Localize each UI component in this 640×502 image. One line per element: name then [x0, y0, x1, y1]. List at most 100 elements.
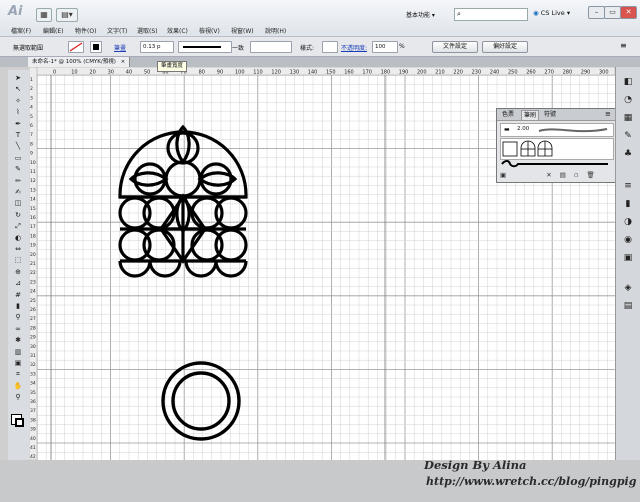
fill-swatch[interactable]: [68, 41, 84, 53]
remove-stroke-icon[interactable]: ✕: [546, 171, 551, 179]
warp-tool-icon[interactable]: ◐: [11, 234, 25, 243]
control-menu-icon[interactable]: ≡: [620, 41, 627, 50]
zoom-tool-icon[interactable]: ⚲: [11, 393, 25, 402]
brush-libraries-icon[interactable]: ▣: [500, 171, 506, 179]
line-tool-icon[interactable]: ╲: [11, 142, 25, 151]
menu-help[interactable]: 說明(H): [265, 26, 286, 35]
opacity-field[interactable]: 100: [372, 41, 398, 53]
menu-window[interactable]: 視窗(W): [231, 26, 254, 35]
eyedropper-tool-icon[interactable]: ⚲: [11, 313, 25, 322]
ruler-tick-label: 39: [30, 427, 36, 433]
symbols-icon[interactable]: ♣: [622, 149, 634, 159]
search-input[interactable]: ⌕: [454, 8, 528, 21]
selection-tool-icon[interactable]: ➤: [11, 74, 25, 83]
brush-size-value: 2.00: [517, 126, 530, 132]
document-tab[interactable]: 未命名-1* @ 100% (CMYK/預視) ×: [28, 57, 131, 67]
ruler-tick-label: 0: [53, 70, 56, 76]
type-tool-icon[interactable]: T: [11, 131, 25, 140]
menu-type[interactable]: 文字(T): [107, 26, 127, 35]
artboards-icon[interactable]: ▤: [622, 301, 634, 311]
workspace-switcher[interactable]: 基本功能 ▾: [406, 10, 452, 20]
scale-tool-icon[interactable]: ⤢: [11, 222, 25, 231]
brush-definition[interactable]: [250, 41, 292, 53]
width-tool-icon[interactable]: ⇔: [11, 245, 25, 254]
style-swatch[interactable]: [322, 41, 338, 53]
mesh-tool-icon[interactable]: #: [11, 291, 25, 300]
preferences-button[interactable]: 偏好設定: [482, 41, 528, 53]
pencil-tool-icon[interactable]: ✏: [11, 177, 25, 186]
ruler-tick-label: 16: [30, 215, 36, 221]
opacity-label[interactable]: 不透明度:: [341, 43, 367, 52]
rectangle-tool-icon[interactable]: ▭: [11, 154, 25, 163]
graphic-styles-icon[interactable]: ▣: [622, 253, 634, 263]
artboard-tool-icon[interactable]: ▣: [11, 359, 25, 368]
paintbrush-tool-icon[interactable]: ✎: [11, 165, 25, 174]
variable-width-profile[interactable]: [178, 41, 232, 53]
new-brush-icon[interactable]: ▫: [574, 171, 578, 179]
appearance-icon[interactable]: ◉: [622, 235, 634, 245]
document-tab-title: 未命名-1* @ 100% (CMYK/預視): [32, 59, 116, 65]
stroke-swatch[interactable]: [90, 41, 102, 53]
ruler-tick-label: 18: [30, 233, 36, 239]
panel-menu-icon[interactable]: ≡: [605, 110, 611, 118]
tab-swatches[interactable]: 色票: [500, 110, 516, 119]
delete-brush-icon[interactable]: 🗑: [586, 171, 594, 179]
perspective-tool-icon[interactable]: ⊿: [11, 279, 25, 288]
symbol-sprayer-tool-icon[interactable]: ✱: [11, 336, 25, 345]
color-icon[interactable]: ◧: [622, 77, 634, 87]
menu-object[interactable]: 物件(O): [75, 26, 96, 35]
menu-file[interactable]: 檔案(F): [11, 26, 31, 35]
swatches-icon[interactable]: ▦: [622, 113, 634, 123]
fill-stroke-chips[interactable]: [11, 414, 25, 428]
transparency-icon[interactable]: ◑: [622, 217, 634, 227]
window-artwork[interactable]: [118, 124, 248, 278]
gradient-icon[interactable]: ▮: [622, 199, 634, 209]
brushes-icon[interactable]: ✎: [622, 131, 634, 141]
document-setup-button[interactable]: 文件設定: [432, 41, 478, 53]
stroke-weight-field[interactable]: 0.13 p: [140, 41, 174, 53]
brush-row-art[interactable]: [500, 160, 612, 168]
options-icon[interactable]: ▤: [560, 171, 566, 179]
ruler-tick-label: 8: [30, 141, 33, 147]
bridge-button[interactable]: ▦: [36, 8, 52, 22]
blend-tool-icon[interactable]: ∞: [11, 325, 25, 334]
minimize-button[interactable]: –: [588, 6, 605, 19]
eraser-tool-icon[interactable]: ◫: [11, 199, 25, 208]
slice-tool-icon[interactable]: ⌗: [11, 370, 25, 379]
stroke-icon[interactable]: ≡: [622, 181, 634, 191]
magic-wand-tool-icon[interactable]: ✧: [11, 97, 25, 106]
gradient-tool-icon[interactable]: ▮: [11, 302, 25, 311]
blob-brush-tool-icon[interactable]: ✍: [11, 188, 25, 197]
ruler-tick-label: 31: [30, 353, 36, 359]
free-transform-tool-icon[interactable]: ⬚: [11, 256, 25, 265]
ruler-tick-label: 30: [108, 70, 114, 76]
ring-artwork[interactable]: [161, 361, 241, 441]
menu-select[interactable]: 選取(S): [137, 26, 158, 35]
column-graph-tool-icon[interactable]: ▥: [11, 348, 25, 357]
arrange-documents-button[interactable]: ▤▾: [56, 8, 78, 22]
cs-live-button[interactable]: ◉ CS Live ▾: [533, 9, 570, 17]
menu-view[interactable]: 檢視(V): [199, 26, 220, 35]
color-guide-icon[interactable]: ◔: [622, 95, 634, 105]
tab-brushes[interactable]: 筆刷: [521, 110, 540, 120]
close-button[interactable]: ✕: [620, 6, 637, 19]
menu-edit[interactable]: 編輯(E): [43, 26, 63, 35]
ruler-tick-label: 19: [30, 243, 36, 249]
ruler-tick-label: 180: [381, 70, 391, 76]
lasso-tool-icon[interactable]: ⌇: [11, 108, 25, 117]
shape-builder-tool-icon[interactable]: ⊕: [11, 268, 25, 277]
ruler-tick-label: 28: [30, 325, 36, 331]
hand-tool-icon[interactable]: ✋: [11, 382, 25, 391]
ruler-tick-label: 290: [581, 70, 591, 76]
rotate-tool-icon[interactable]: ↻: [11, 211, 25, 220]
tab-symbols[interactable]: 符號: [542, 110, 558, 119]
restore-button[interactable]: ▭: [604, 6, 621, 19]
close-tab-icon[interactable]: ×: [121, 59, 126, 65]
brush-row-calligraphic[interactable]: ▬ 2.00: [500, 123, 614, 137]
layers-icon[interactable]: ◈: [622, 283, 634, 293]
direct-selection-tool-icon[interactable]: ↖: [11, 85, 25, 94]
stroke-label[interactable]: 筆畫: [114, 43, 126, 52]
menu-effect[interactable]: 效果(C): [167, 26, 188, 35]
pen-tool-icon[interactable]: ✒: [11, 120, 25, 129]
brush-row-pattern[interactable]: [500, 138, 614, 160]
